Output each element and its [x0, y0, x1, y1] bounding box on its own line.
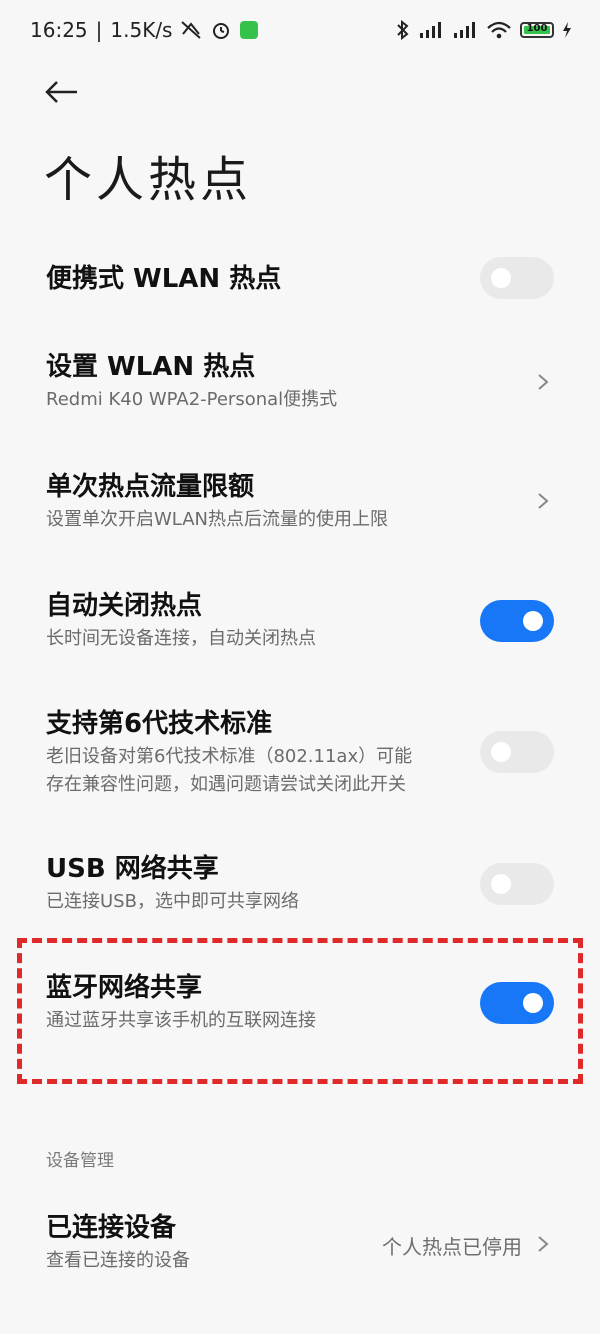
- setting-title: 支持第6代技术标准: [46, 709, 273, 739]
- signal-icon: [418, 20, 444, 40]
- setting-title: USB 网络共享: [46, 854, 219, 884]
- setting-title: 便携式 WLAN 热点: [46, 264, 282, 294]
- usb-tethering-toggle[interactable]: [480, 863, 554, 905]
- back-button[interactable]: [40, 70, 84, 114]
- charging-icon: [562, 21, 572, 39]
- battery-icon: 100: [520, 22, 554, 38]
- dnd-icon: [180, 20, 202, 40]
- setting-title: 蓝牙网络共享: [46, 973, 203, 1003]
- status-bar: 16:25 | 1.5K/s 100: [0, 0, 600, 60]
- setting-title: 自动关闭热点: [46, 591, 203, 621]
- chevron-right-icon: [538, 493, 549, 509]
- wifi-icon: [486, 20, 512, 40]
- alarm-icon: [210, 19, 232, 41]
- network-speed: 1.5K/s: [110, 18, 173, 42]
- signal-icon: [452, 20, 478, 40]
- status-separator: |: [95, 18, 103, 42]
- setting-subtitle: 长时间无设备连接，自动关闭热点: [46, 628, 316, 649]
- auto-turn-off-toggle[interactable]: [480, 600, 554, 642]
- setting-subtitle: 设置单次开启WLAN热点后流量的使用上限: [46, 509, 389, 530]
- setting-hotspot-data-limit[interactable]: 单次热点流量限额 设置单次开启WLAN热点后流量的使用上限: [0, 470, 600, 540]
- toggle-knob: [491, 874, 511, 894]
- toggle-knob: [523, 993, 543, 1013]
- setting-subtitle: 通过蓝牙共享该手机的互联网连接: [46, 1010, 316, 1031]
- bluetooth-icon: [396, 20, 410, 40]
- setting-subtitle-line: 存在兼容性问题，如遇问题请尝试关闭此开关: [46, 774, 406, 795]
- setting-subtitle: Redmi K40 WPA2-Personal便携式: [46, 389, 338, 410]
- page-title: 个人热点: [44, 152, 253, 208]
- setting-subtitle: 老旧设备对第6代技术标准（802.11ax）可能 存在兼容性问题，如遇问题请尝试…: [46, 743, 554, 799]
- app-notification-icon: [240, 21, 259, 39]
- wifi6-support-toggle[interactable]: [480, 731, 554, 773]
- portable-wlan-hotspot-toggle[interactable]: [480, 257, 554, 299]
- chevron-right-icon: [538, 1236, 549, 1252]
- toggle-knob: [523, 611, 543, 631]
- section-label-device-management: 设备管理: [46, 1151, 114, 1171]
- setting-subtitle-line: 老旧设备对第6代技术标准（802.11ax）可能: [46, 746, 413, 767]
- toggle-knob: [491, 742, 511, 762]
- setting-title: 单次热点流量限额: [46, 472, 255, 502]
- setting-subtitle: 已连接USB，选中即可共享网络: [46, 891, 299, 912]
- arrow-left-icon: [45, 81, 77, 103]
- toggle-knob: [491, 268, 511, 288]
- status-bar-left: 16:25 | 1.5K/s: [30, 18, 259, 42]
- setting-configure-wlan-hotspot[interactable]: 设置 WLAN 热点 Redmi K40 WPA2-Personal便携式: [0, 350, 600, 420]
- status-time: 16:25: [30, 18, 88, 42]
- chevron-right-icon: [538, 374, 549, 390]
- bluetooth-tethering-toggle[interactable]: [480, 982, 554, 1024]
- hotspot-status-value: 个人热点已停用: [382, 1235, 522, 1259]
- status-bar-right: 100: [396, 20, 572, 40]
- setting-title: 设置 WLAN 热点: [46, 352, 256, 382]
- battery-level: 100: [526, 23, 548, 34]
